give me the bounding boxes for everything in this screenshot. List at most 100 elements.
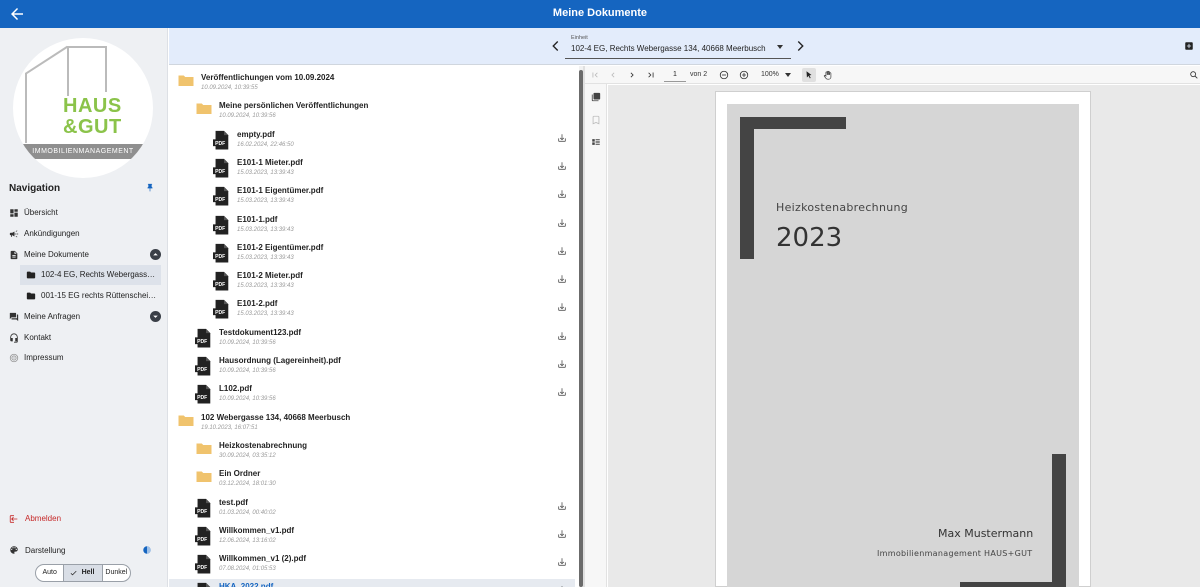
document-row[interactable]: PDF E101-2.pdf 15.03.2023, 13:39:43 <box>169 296 575 324</box>
chevron-down-icon[interactable] <box>150 311 161 322</box>
logout-button[interactable]: Abmelden <box>9 512 159 526</box>
folder-row[interactable]: Ein Ordner 03.12.2024, 18:01:30 <box>169 466 575 494</box>
last-page-icon[interactable] <box>646 70 656 80</box>
document-row[interactable]: PDF L102.pdf 10.09.2024, 10:39:56 <box>169 381 575 409</box>
theme-option-dark[interactable]: Dunkel <box>103 565 130 581</box>
attachments-icon[interactable] <box>591 137 601 147</box>
document-row[interactable]: PDF Willkommen_v1.pdf 12.06.2024, 13:16:02 <box>169 523 575 551</box>
sidebar-item-contact[interactable]: Kontakt <box>0 328 168 348</box>
folder-icon <box>177 414 195 428</box>
chevron-left-icon[interactable] <box>551 40 560 52</box>
document-row[interactable]: PDF E101-2 Mieter.pdf 15.03.2023, 13:39:43 <box>169 268 575 296</box>
document-row[interactable]: PDF E101-1.pdf 15.03.2023, 13:39:43 <box>169 212 575 240</box>
document-row[interactable]: PDF HKA_2022.pdf <box>169 579 575 587</box>
sidebar-item-label: Kontakt <box>24 333 52 342</box>
folder-row[interactable]: Heizkostenabrechnung 30.09.2024, 03:35:12 <box>169 438 575 466</box>
download-icon[interactable] <box>557 302 567 312</box>
add-box-icon[interactable] <box>1184 41 1194 51</box>
svg-text:PDF: PDF <box>215 169 225 175</box>
bookmark-icon[interactable] <box>591 115 601 125</box>
document-list: Veröffentlichungen vom 10.09.2024 10.09.2… <box>169 66 579 587</box>
download-icon[interactable] <box>557 529 567 539</box>
company-logo: HAUS &GUT IMMOBILIENMANAGEMENT <box>13 38 153 178</box>
download-icon[interactable] <box>557 161 567 171</box>
chat-icon <box>9 312 19 322</box>
text-select-icon[interactable] <box>804 70 814 80</box>
download-icon[interactable] <box>557 246 567 256</box>
folder-row[interactable]: Meine persönlichen Veröffentlichungen 10.… <box>169 98 575 126</box>
unit-select[interactable]: Einheit 102-4 EG, Rechts Webergasse 134,… <box>565 34 791 59</box>
app-bar: Meine Dokumente <box>0 0 1200 28</box>
document-date: 10.09.2024, 10:39:56 <box>219 368 276 374</box>
download-icon[interactable] <box>557 387 567 397</box>
zoom-level[interactable]: 100% <box>761 71 779 78</box>
document-date: 03.12.2024, 18:01:30 <box>219 481 276 488</box>
document-date: 15.03.2023, 13:39:43 <box>237 254 294 261</box>
pdf-file-icon: PDF <box>195 498 212 518</box>
document-date: 15.03.2023, 13:39:43 <box>237 226 294 233</box>
page-title: Meine Dokumente <box>552 7 648 19</box>
document-row[interactable]: PDF Hausordnung (Lagereinheit).pdf 10.09.2… <box>169 353 575 381</box>
search-icon[interactable] <box>1189 70 1199 80</box>
contrast-icon[interactable] <box>142 545 152 555</box>
download-icon[interactable] <box>557 557 567 567</box>
chevron-right-icon[interactable] <box>796 40 805 52</box>
check-icon <box>70 570 77 576</box>
document-name: test.pdf <box>219 497 248 507</box>
download-icon[interactable] <box>557 331 567 341</box>
sidebar-item-announcements[interactable]: Ankündigungen <box>0 224 168 244</box>
folder-row[interactable]: Veröffentlichungen vom 10.09.2024 10.09.2… <box>169 70 575 98</box>
document-row[interactable]: PDF empty.pdf 16.02.2024, 22:46:50 <box>169 127 575 155</box>
download-icon[interactable] <box>557 133 567 143</box>
next-page-icon[interactable] <box>627 70 637 80</box>
sidebar-item-overview[interactable]: Übersicht <box>0 203 168 223</box>
first-page-icon[interactable] <box>590 70 600 80</box>
sidebar-item-my-requests[interactable]: Meine Anfragen <box>0 307 168 327</box>
folder-row[interactable]: 102 Webergasse 134, 40668 Meerbusch 19.10… <box>169 410 575 438</box>
download-icon[interactable] <box>557 501 567 511</box>
sidebar-item-my-documents[interactable]: Meine Dokumente <box>0 245 168 265</box>
sidebar-item-imprint[interactable]: Impressum <box>0 348 168 368</box>
support-icon <box>10 333 18 343</box>
download-icon[interactable] <box>557 189 567 199</box>
document-row[interactable]: PDF E101-1 Mieter.pdf 15.03.2023, 13:39:43 <box>169 155 575 183</box>
unit-selector-bar: Einheit 102-4 EG, Rechts Webergasse 134,… <box>169 28 1200 65</box>
document-name: Veröffentlichungen vom 10.09.2024 <box>201 73 335 82</box>
sidebar-item-label: 001-15 EG rechts Rüttenscheider ... <box>41 291 159 300</box>
page-number-input[interactable]: 1 <box>664 68 686 82</box>
thumbnails-icon[interactable] <box>591 92 601 102</box>
svg-text:PDF: PDF <box>215 310 225 316</box>
sidebar-item-unit-001-15[interactable]: 001-15 EG rechts Rüttenscheider ... <box>0 286 168 306</box>
pin-icon[interactable] <box>145 183 155 193</box>
download-icon[interactable] <box>557 274 567 284</box>
previous-page-icon[interactable] <box>608 70 618 80</box>
document-row[interactable]: PDF E101-2 Eigentümer.pdf 15.03.2023, 13:3… <box>169 240 575 268</box>
sidebar-item-unit-102-4[interactable]: 102-4 EG, Rechts Webergasse 13... <box>20 265 161 285</box>
document-row[interactable]: PDF Willkommen_v1 (2).pdf 07.08.2024, 01:0… <box>169 551 575 579</box>
download-icon[interactable] <box>557 359 567 369</box>
theme-option-light[interactable]: Hell <box>64 565 103 581</box>
svg-text:PDF: PDF <box>197 395 207 401</box>
zoom-dropdown-icon[interactable] <box>785 73 791 77</box>
document-date: 15.03.2023, 13:39:43 <box>237 169 294 176</box>
pdf-file-icon: PDF <box>195 384 212 404</box>
sidebar-item-label: Meine Anfragen <box>24 312 81 321</box>
pdf-page-cover <box>727 104 1079 587</box>
pdf-file-icon: PDF <box>195 328 212 348</box>
download-icon[interactable] <box>557 218 567 228</box>
zoom-in-icon[interactable] <box>739 70 749 80</box>
zoom-out-icon[interactable] <box>719 70 729 80</box>
document-row[interactable]: PDF E101-1 Eigentümer.pdf 15.03.2023, 13:3… <box>169 183 575 211</box>
document-row[interactable]: PDF test.pdf 01.03.2024, 00:40:02 <box>169 495 575 523</box>
hand-tool-icon[interactable] <box>823 70 833 80</box>
theme-option-auto[interactable]: Auto <box>36 565 65 581</box>
folder-icon <box>195 102 213 116</box>
navigation-heading: Navigation <box>9 183 61 194</box>
folder-icon <box>26 292 36 300</box>
unit-value: 102-4 EG, Rechts Webergasse 134, 40668 M… <box>571 44 766 53</box>
document-name: L102.pdf <box>219 384 252 394</box>
document-date: 19.10.2023, 16:07:51 <box>201 424 258 431</box>
document-row[interactable]: PDF Testdokument123.pdf 10.09.2024, 10:39:… <box>169 325 575 353</box>
document-name: Meine persönlichen Veröffentlichungen <box>219 101 369 111</box>
chevron-up-icon[interactable] <box>150 249 161 260</box>
